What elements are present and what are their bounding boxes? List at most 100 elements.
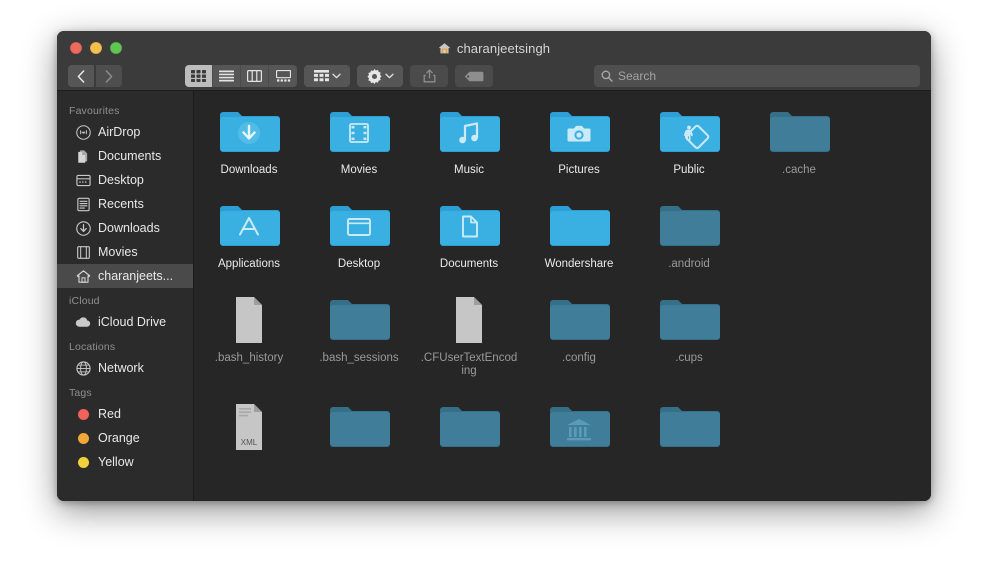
file-item[interactable]: Pictures bbox=[524, 101, 634, 177]
navigation-buttons bbox=[68, 65, 122, 87]
file-label: .CFUserTextEncoding bbox=[420, 352, 518, 377]
list-view-button[interactable] bbox=[213, 65, 241, 87]
file-item[interactable]: Downloads bbox=[194, 101, 304, 177]
action-menu-button[interactable] bbox=[357, 65, 403, 87]
minimize-button[interactable] bbox=[90, 42, 102, 54]
sidebar-item-icloud-drive[interactable]: iCloud Drive bbox=[57, 310, 193, 334]
folder-dim-icon bbox=[547, 293, 611, 345]
sidebar-item-network[interactable]: Network bbox=[57, 356, 193, 380]
file-item[interactable]: XML bbox=[194, 396, 304, 459]
file-item[interactable] bbox=[634, 396, 744, 459]
file-grid: Downloads Movies Music Pictures Public .… bbox=[194, 101, 931, 477]
view-mode-segmented-control bbox=[185, 65, 297, 87]
file-item[interactable]: Desktop bbox=[304, 195, 414, 271]
file-item[interactable]: Public bbox=[634, 101, 744, 177]
network-icon bbox=[75, 360, 91, 376]
folder-dim-icon bbox=[657, 400, 721, 452]
sidebar-item-label: Network bbox=[98, 361, 144, 375]
gallery-view-button[interactable] bbox=[269, 65, 297, 87]
file-label: .cups bbox=[675, 352, 703, 364]
share-icon bbox=[423, 69, 436, 83]
traffic-light-group bbox=[70, 42, 122, 54]
file-label: Applications bbox=[217, 258, 280, 270]
file-item[interactable] bbox=[524, 396, 634, 459]
folder-pictures-icon bbox=[547, 105, 611, 157]
folder-dim-icon bbox=[657, 199, 721, 251]
column-view-button[interactable] bbox=[241, 65, 269, 87]
file-item[interactable]: Wondershare bbox=[524, 195, 634, 271]
home-icon bbox=[438, 42, 451, 55]
sidebar-item-movies[interactable]: Movies bbox=[57, 240, 193, 264]
folder-movies-icon bbox=[327, 105, 391, 157]
folder-dim-icon bbox=[327, 293, 391, 345]
window-body: Favourites AirDrop Documents Desktop Rec… bbox=[57, 91, 931, 501]
file-item[interactable]: Music bbox=[414, 101, 524, 177]
folder-applications-icon bbox=[217, 199, 281, 251]
sidebar-item-label: Orange bbox=[98, 431, 140, 445]
file-item[interactable] bbox=[414, 396, 524, 459]
file-item[interactable]: Applications bbox=[194, 195, 304, 271]
sidebar-item-recents[interactable]: Recents bbox=[57, 192, 193, 216]
folder-dim-icon bbox=[437, 400, 501, 452]
sidebar[interactable]: Favourites AirDrop Documents Desktop Rec… bbox=[57, 91, 194, 501]
folder-music-icon bbox=[437, 105, 501, 157]
file-item[interactable]: .cache bbox=[744, 101, 854, 177]
search-placeholder: Search bbox=[618, 69, 657, 83]
window-titlebar: charanjeetsingh Search bbox=[57, 31, 931, 91]
file-item[interactable]: Movies bbox=[304, 101, 414, 177]
forward-button[interactable] bbox=[96, 65, 122, 87]
file-label: .config bbox=[562, 352, 596, 364]
tag-dot-icon bbox=[75, 406, 91, 422]
file-item[interactable]: .cups bbox=[634, 289, 744, 378]
file-item[interactable]: .config bbox=[524, 289, 634, 378]
sidebar-item-label: charanjeets... bbox=[98, 269, 174, 283]
chevron-down-icon bbox=[331, 73, 341, 79]
sidebar-section-icloud-title: iCloud bbox=[69, 295, 100, 307]
document-icon bbox=[217, 293, 281, 345]
gear-icon bbox=[366, 68, 382, 84]
search-icon bbox=[601, 70, 613, 82]
file-item[interactable]: .bash_history bbox=[194, 289, 304, 378]
download-icon bbox=[75, 220, 91, 236]
tag-dot-icon bbox=[75, 454, 91, 470]
folder-dim-icon bbox=[327, 400, 391, 452]
sidebar-item-charanjeetsingh[interactable]: charanjeets... bbox=[57, 264, 193, 288]
sidebar-item-downloads[interactable]: Downloads bbox=[57, 216, 193, 240]
file-item[interactable]: .android bbox=[634, 195, 744, 271]
sidebar-item-documents[interactable]: Documents bbox=[57, 144, 193, 168]
close-button[interactable] bbox=[70, 42, 82, 54]
file-label: Music bbox=[453, 164, 485, 176]
folder-download-icon bbox=[217, 105, 281, 157]
maximize-button[interactable] bbox=[110, 42, 122, 54]
file-label: Movies bbox=[340, 164, 378, 176]
folder-public-icon bbox=[657, 105, 721, 157]
svg-text:XML: XML bbox=[241, 438, 258, 447]
movies-icon bbox=[75, 244, 91, 260]
folder-library-icon bbox=[547, 400, 611, 452]
icon-view-button[interactable] bbox=[185, 65, 213, 87]
sidebar-item-label: AirDrop bbox=[98, 125, 141, 139]
folder-dim-icon bbox=[767, 105, 831, 157]
sidebar-item-tag-red[interactable]: Red bbox=[57, 402, 193, 426]
share-button[interactable] bbox=[410, 65, 448, 87]
file-label: .bash_history bbox=[214, 352, 284, 364]
desktop-icon bbox=[75, 172, 91, 188]
group-by-button[interactable] bbox=[304, 65, 350, 87]
search-field[interactable]: Search bbox=[594, 65, 920, 87]
folder-documents-icon bbox=[437, 199, 501, 251]
tag-icon bbox=[464, 71, 484, 82]
tags-button[interactable] bbox=[455, 65, 493, 87]
file-item[interactable] bbox=[304, 396, 414, 459]
xml-document-icon: XML bbox=[217, 400, 281, 452]
file-item[interactable]: .bash_sessions bbox=[304, 289, 414, 378]
chevron-down-icon bbox=[384, 73, 394, 79]
back-button[interactable] bbox=[68, 65, 94, 87]
file-item[interactable]: .CFUserTextEncoding bbox=[414, 289, 524, 378]
sidebar-item-tag-yellow[interactable]: Yellow bbox=[57, 450, 193, 474]
sidebar-item-tag-orange[interactable]: Orange bbox=[57, 426, 193, 450]
sidebar-item-desktop[interactable]: Desktop bbox=[57, 168, 193, 192]
sidebar-item-airdrop[interactable]: AirDrop bbox=[57, 120, 193, 144]
file-grid-area[interactable]: Downloads Movies Music Pictures Public .… bbox=[194, 91, 931, 501]
tag-dot-icon bbox=[75, 430, 91, 446]
file-item[interactable]: Documents bbox=[414, 195, 524, 271]
